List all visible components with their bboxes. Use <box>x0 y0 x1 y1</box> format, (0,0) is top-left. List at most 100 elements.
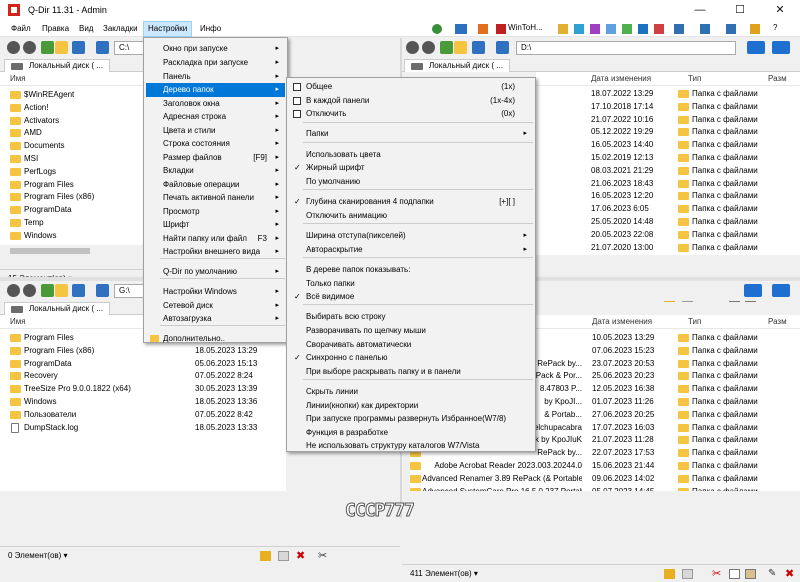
settings-menu-item[interactable]: Дополнительно.. <box>146 332 285 346</box>
pin-icon[interactable] <box>654 24 664 34</box>
panes-icon[interactable] <box>638 24 648 34</box>
tree-menu-item[interactable]: При выборе раскрывать папку и в панели <box>289 365 533 379</box>
tree-menu-item[interactable]: ✓ Синхронно с панелью <box>289 351 533 365</box>
settings-menu-item[interactable]: Адресная строка ▸ <box>146 110 285 124</box>
status-text[interactable]: 0 Элемент(ов) ▾ <box>8 551 68 560</box>
up-icon[interactable] <box>41 284 54 297</box>
column-size[interactable]: Разм <box>768 317 787 326</box>
settings-menu-item[interactable]: Размер файлов [F9] ▸ <box>146 151 285 165</box>
settings-menu-item[interactable]: Цвета и стили ▸ <box>146 124 285 138</box>
column-date[interactable]: Дата изменения <box>591 74 651 83</box>
list-item[interactable]: 21.06.2023 18:43 Папка с файлами <box>536 178 800 191</box>
monitor-icon[interactable] <box>455 24 467 34</box>
list-item[interactable]: PerfLogs <box>0 166 148 179</box>
settings-menu-item[interactable]: Файловые операции ▸ <box>146 178 285 192</box>
copy-icon[interactable] <box>729 569 740 579</box>
settings-menu-item[interactable]: Печать активной панели ▸ <box>146 191 285 205</box>
list-item[interactable]: Temp <box>0 217 148 230</box>
list-item[interactable]: Adobe Acrobat Reader 2023.003.20244.0 15.… <box>410 460 800 473</box>
column-name[interactable]: Имя <box>10 74 26 83</box>
close-button[interactable]: ✕ <box>760 0 800 21</box>
quad-icon[interactable] <box>726 24 736 34</box>
list-item[interactable]: TreeSize Pro 9.0.0.1822 (x64) 30.05.2023 … <box>0 383 286 396</box>
tab-local-disk[interactable]: Локальный диск ( ... <box>404 59 510 72</box>
settings-menu-item[interactable]: Просмотр ▸ <box>146 205 285 219</box>
settings-menu-item[interactable]: Шрифт ▸ <box>146 218 285 232</box>
menu-settings[interactable]: Настройки <box>143 21 193 37</box>
tree-menu-item[interactable]: Отключить анимацию <box>289 209 533 223</box>
menu-file[interactable]: Файл <box>7 21 35 37</box>
cut-icon[interactable]: ✂ <box>712 569 723 580</box>
tree-menu-item[interactable]: Автораскрытие ▸ <box>289 243 533 257</box>
list-item[interactable]: Action! <box>0 102 148 115</box>
list-item[interactable]: Advanced Renamer 3.89 RePack (& Portable… <box>410 473 800 486</box>
list-item[interactable]: 05.12.2022 19:29 Папка с файлами <box>536 126 800 139</box>
menu-info[interactable]: Инфо <box>196 21 225 37</box>
list-item[interactable]: 21.07.2020 13:00 Папка с файлами <box>536 242 800 255</box>
view-mode-icon[interactable] <box>772 41 790 54</box>
tool-icon[interactable] <box>478 24 488 34</box>
list-item[interactable]: DumpStack.log 18.05.2023 13:33 <box>0 422 286 435</box>
refresh-icon[interactable] <box>496 41 509 54</box>
settings-menu-item[interactable]: Автозагрузка ▸ <box>146 312 285 326</box>
tree-menu-item[interactable]: Скрыть линии <box>289 385 533 399</box>
tab-local-disk[interactable]: Локальный диск ( ... <box>4 59 110 72</box>
tree-menu-item[interactable]: Сворачивать автоматически <box>289 338 533 352</box>
list-item[interactable]: 18.07.2022 13:29 Папка с файлами <box>536 88 800 101</box>
list-item[interactable]: 20.05.2023 22:08 Папка с файлами <box>536 229 800 242</box>
list-item[interactable]: MSI <box>0 153 148 166</box>
list-item[interactable]: Пользователи 07.05.2022 8:42 <box>0 409 286 422</box>
settings-menu-item[interactable]: Строка состояния ▸ <box>146 137 285 151</box>
grid-icon[interactable] <box>674 24 684 34</box>
menu-edit[interactable]: Правка <box>38 21 73 37</box>
forward-icon[interactable] <box>23 41 36 54</box>
tree-menu-item[interactable]: Общее (1x) <box>289 80 533 94</box>
column-date[interactable]: Дата изменения <box>592 317 652 326</box>
list-item[interactable]: 15.02.2019 12:13 Папка с файлами <box>536 152 800 165</box>
list-item[interactable]: ProgramData <box>0 204 148 217</box>
tree-menu-item[interactable]: Выбирать всю строку <box>289 310 533 324</box>
list-item[interactable]: Windows 18.05.2023 13:36 <box>0 396 286 409</box>
refresh-icon[interactable] <box>622 24 632 34</box>
view-icon[interactable] <box>72 41 85 54</box>
refresh-icon[interactable] <box>96 284 109 297</box>
address-bar[interactable]: D:\ <box>516 41 736 55</box>
up-icon[interactable] <box>440 41 453 54</box>
tree-menu-item[interactable]: Ширина отступа(пикселей) ▸ <box>289 229 533 243</box>
back-icon[interactable] <box>7 41 20 54</box>
new-folder-icon[interactable] <box>454 41 467 54</box>
tree-menu-item[interactable]: В дереве папок показывать: <box>289 263 533 277</box>
settings-menu-item[interactable]: Найти папку или файл F3 ▸ <box>146 232 285 246</box>
cut-icon[interactable]: ✂ <box>318 551 329 562</box>
lightning-icon[interactable] <box>260 551 271 561</box>
new-folder-icon[interactable] <box>55 41 68 54</box>
mail-icon[interactable] <box>682 569 693 579</box>
layout-icon[interactable] <box>747 41 765 54</box>
list-item[interactable]: 17.06.2023 6:05 Папка с файлами <box>536 203 800 216</box>
list-item[interactable]: Advanced SystemCare Pro 16.5.0.237 Porta… <box>410 486 800 491</box>
tree-menu-item[interactable]: Папки ▸ <box>289 127 533 141</box>
settings-menu-item[interactable]: Вкладки ▸ <box>146 164 285 178</box>
list-item[interactable]: 08.03.2021 21:29 Папка с файлами <box>536 165 800 178</box>
info-icon[interactable] <box>574 24 584 34</box>
settings-menu-item[interactable]: Заголовок окна ▸ <box>146 97 285 111</box>
wintohdd-icon[interactable] <box>496 24 506 34</box>
globe-icon[interactable] <box>432 24 442 34</box>
view-icon[interactable] <box>72 284 85 297</box>
hscrollbar[interactable] <box>0 246 148 256</box>
list-item[interactable]: Activators <box>0 115 148 128</box>
lightning-icon[interactable] <box>664 569 675 579</box>
list-item[interactable]: Windows <box>0 230 148 243</box>
favorites-icon[interactable] <box>590 24 600 34</box>
tree-menu-item[interactable]: При запуске программы развернуть Избранн… <box>289 412 533 426</box>
forward-icon[interactable] <box>23 284 36 297</box>
list-item[interactable]: 16.05.2023 12:20 Папка с файлами <box>536 190 800 203</box>
flag-icon[interactable]: ✖ <box>296 551 307 562</box>
list-item[interactable]: Recovery 07.05.2022 8:24 <box>0 370 286 383</box>
tree-menu-item[interactable]: Не использовать структуру каталогов W7/V… <box>289 439 533 453</box>
layout-icon[interactable] <box>606 24 616 34</box>
settings-menu-item[interactable]: Раскладка при запуске ▸ <box>146 56 285 70</box>
help-button[interactable]: ? <box>773 23 777 32</box>
settings-menu-item[interactable]: Настройки Windows ▸ <box>146 285 285 299</box>
list-item[interactable]: Program Files <box>0 179 148 192</box>
